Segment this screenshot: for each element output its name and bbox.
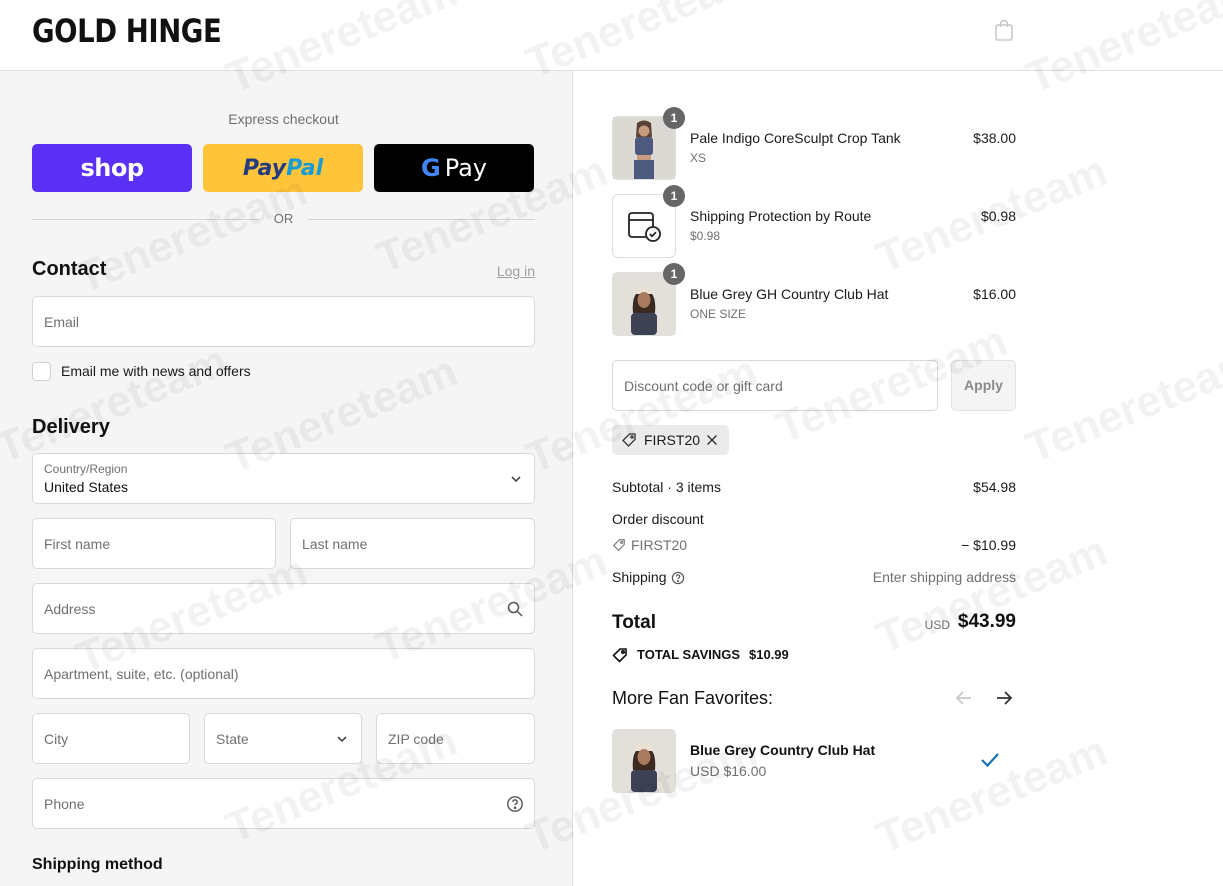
order-discount-label: Order discount [612, 511, 704, 527]
divider-line-right [308, 219, 535, 220]
country-select[interactable]: Country/Region United States [32, 453, 535, 504]
help-circle-icon[interactable] [506, 795, 524, 813]
discount-value: − $10.99 [961, 537, 1016, 553]
shopping-bag-icon[interactable] [992, 18, 1016, 42]
item-variant: $0.98 [690, 229, 721, 243]
state-placeholder: State [216, 731, 249, 747]
item-price: $38.00 [973, 130, 1016, 146]
model-hat-image [613, 273, 675, 335]
or-divider: OR [32, 210, 535, 228]
model-hat-image [613, 730, 675, 792]
item-name: Shipping Protection by Route [690, 208, 872, 224]
savings-value: $10.99 [749, 647, 789, 662]
subtotal-label: Subtotal · 3 items [612, 479, 721, 495]
item-name: Blue Grey GH Country Club Hat [690, 286, 889, 302]
favorites-heading: More Fan Favorites: [612, 688, 774, 708]
model-crop-tank-image [613, 117, 675, 179]
total-value: $43.99 [957, 611, 1016, 632]
tag-icon [612, 539, 625, 552]
email-field[interactable]: Email [32, 296, 535, 347]
favorite-product-price: USD $16.00 [690, 763, 767, 779]
country-value: United States [44, 479, 129, 495]
discount-code-label: FIRST20 [631, 537, 688, 553]
login-link[interactable]: Log in [470, 263, 535, 279]
country-label: Country/Region [44, 462, 128, 476]
shop-pay-button[interactable]: shop [32, 144, 192, 192]
item-variant: XS [690, 151, 707, 165]
city-placeholder: City [44, 731, 69, 747]
first-name-field[interactable]: First name [32, 518, 276, 569]
applied-discount-code: FIRST20 [644, 432, 701, 448]
express-checkout-label: Express checkout [228, 111, 339, 127]
newsletter-checkbox[interactable] [32, 362, 51, 381]
header: GOLD HINGE [0, 0, 1223, 71]
checkout-form-column: Express checkout shop Pay Pal G Pay OR Co… [0, 71, 573, 886]
applied-discount-chip: FIRST20 [612, 425, 729, 455]
tag-icon [612, 648, 627, 663]
arrow-left-icon[interactable] [953, 687, 975, 709]
shipping-label: Shipping [612, 569, 667, 585]
checkmark-icon[interactable] [980, 751, 1000, 769]
delivery-heading: Delivery [32, 416, 110, 438]
quantity-badge: 1 [663, 107, 685, 129]
total-label: Total [612, 612, 656, 633]
last-name-field[interactable]: Last name [290, 518, 535, 569]
arrow-right-icon[interactable] [993, 687, 1015, 709]
contact-heading: Contact [32, 258, 107, 280]
product-thumbnail-crop-tank: 1 [612, 107, 685, 180]
discount-code-field[interactable]: Discount code or gift card [612, 360, 938, 411]
google-pay-label: Pay [444, 154, 487, 182]
help-circle-icon[interactable] [671, 571, 685, 585]
brand-logo[interactable]: GOLD HINGE [32, 12, 222, 50]
subtotal-value: $54.98 [973, 479, 1016, 495]
city-field[interactable]: City [32, 713, 190, 764]
order-summary-column: 1 Pale Indigo CoreSculpt Crop Tank XS $3… [574, 71, 1223, 886]
favorite-product-name[interactable]: Blue Grey Country Club Hat [690, 742, 875, 758]
package-check-icon [628, 212, 661, 242]
remove-discount-icon[interactable] [704, 432, 720, 448]
tag-icon [622, 433, 636, 447]
paypal-label-pay: Pay [242, 155, 287, 181]
newsletter-label: Email me with news and offers [61, 363, 251, 379]
product-thumbnail-hat: 1 [612, 263, 685, 336]
favorite-product-thumbnail[interactable] [612, 729, 676, 793]
state-select[interactable]: State [204, 713, 362, 764]
item-name: Pale Indigo CoreSculpt Crop Tank [690, 130, 901, 146]
google-g-icon: G [420, 154, 441, 182]
quantity-badge: 1 [663, 263, 685, 285]
shop-pay-label: shop [80, 154, 144, 182]
paypal-button[interactable]: Pay Pal [203, 144, 363, 192]
shipping-value: Enter shipping address [872, 569, 1016, 585]
item-variant: ONE SIZE [690, 307, 747, 321]
address-placeholder: Address [44, 601, 96, 617]
last-name-placeholder: Last name [302, 536, 368, 552]
paypal-label-pal: Pal [286, 155, 324, 181]
chevron-down-icon [511, 476, 521, 483]
first-name-placeholder: First name [44, 536, 111, 552]
email-placeholder: Email [44, 314, 80, 330]
product-thumbnail-route: 1 [612, 185, 685, 258]
zip-field[interactable]: ZIP code [376, 713, 535, 764]
phone-field[interactable]: Phone [32, 778, 535, 829]
item-price: $16.00 [973, 286, 1016, 302]
discount-placeholder: Discount code or gift card [624, 378, 783, 394]
apply-discount-button[interactable]: Apply [951, 360, 1016, 411]
apartment-placeholder: Apartment, suite, etc. (optional) [44, 666, 239, 682]
search-icon [507, 601, 523, 617]
phone-placeholder: Phone [44, 796, 85, 812]
zip-placeholder: ZIP code [388, 731, 444, 747]
item-price: $0.98 [980, 208, 1016, 224]
shipping-method-heading: Shipping method [32, 856, 163, 873]
google-pay-button[interactable]: G Pay [374, 144, 534, 192]
savings-label: TOTAL SAVINGS [637, 647, 741, 662]
quantity-badge: 1 [663, 185, 685, 207]
address-field[interactable]: Address [32, 583, 535, 634]
chevron-down-icon [337, 736, 347, 743]
apartment-field[interactable]: Apartment, suite, etc. (optional) [32, 648, 535, 699]
